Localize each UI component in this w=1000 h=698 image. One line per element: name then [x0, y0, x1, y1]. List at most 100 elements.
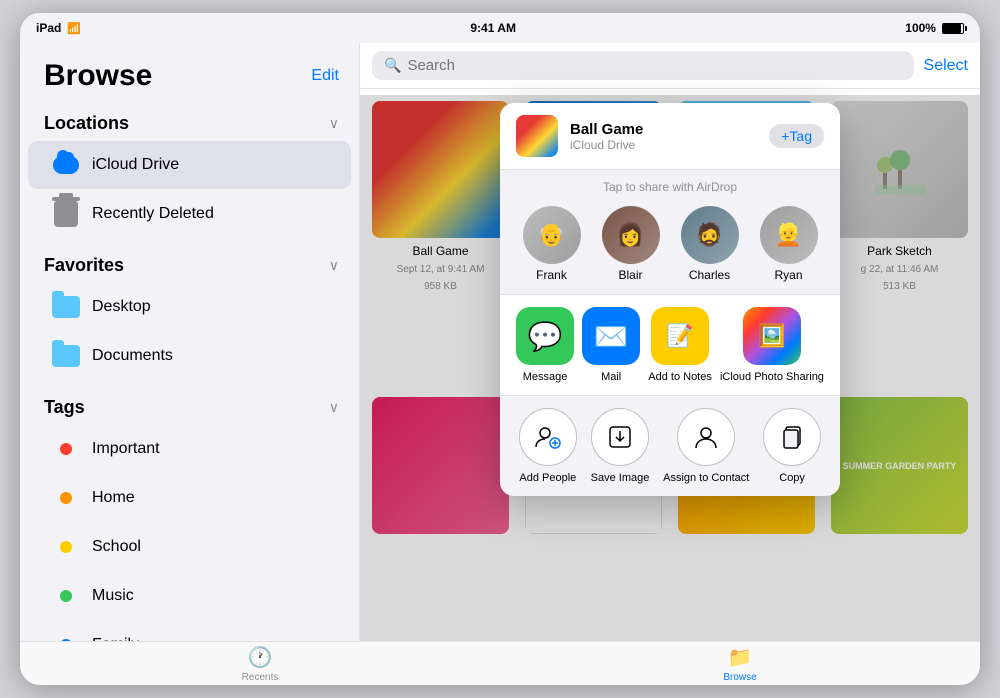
browse-icon: 📁	[728, 645, 753, 670]
ryan-name: Ryan	[774, 268, 802, 282]
sidebar-item-family[interactable]: Family	[28, 621, 351, 641]
desktop-label: Desktop	[92, 298, 151, 316]
message-label: Message	[523, 371, 568, 383]
status-bar: iPad 📶 9:41 AM 100%	[20, 13, 980, 43]
sidebar: Browse Edit Locations ∨ iCloud Drive Rec…	[20, 43, 360, 641]
favorites-section-header: Favorites ∨	[20, 239, 359, 282]
right-panel: 🔍 Select Ball Game Sept 12, at 9:41 AM 9…	[360, 43, 980, 641]
mail-label: Mail	[601, 371, 621, 383]
tags-section-header: Tags ∨	[20, 381, 359, 424]
documents-label: Documents	[92, 347, 173, 365]
person-blair[interactable]: 👩 Blair	[602, 206, 660, 282]
search-bar-row: 🔍 Select	[360, 43, 980, 89]
frank-avatar: 👴	[523, 206, 581, 264]
share-file-info: Ball Game iCloud Drive	[570, 121, 757, 152]
action-add-people[interactable]: Add People	[519, 408, 577, 484]
tags-chevron-icon[interactable]: ∨	[329, 399, 339, 416]
sidebar-item-home[interactable]: Home	[28, 474, 351, 522]
share-file-location: iCloud Drive	[570, 138, 757, 152]
important-label: Important	[92, 440, 160, 458]
action-copy[interactable]: Copy	[763, 408, 821, 484]
ryan-avatar: 👱	[760, 206, 818, 264]
ipad-label: iPad	[36, 21, 61, 35]
icloud-photo-sharing-label: iCloud Photo Sharing	[720, 371, 824, 383]
favorites-chevron-icon[interactable]: ∨	[329, 257, 339, 274]
mail-icon: ✉️	[582, 307, 640, 365]
home-label: Home	[92, 489, 135, 507]
sidebar-header: Browse Edit	[20, 51, 359, 97]
share-header: Ball Game iCloud Drive +Tag	[500, 103, 840, 170]
notes-icon: 📝	[651, 307, 709, 365]
copy-icon	[763, 408, 821, 466]
music-label: Music	[92, 587, 134, 605]
share-file-thumb	[516, 115, 558, 157]
sidebar-item-music[interactable]: Music	[28, 572, 351, 620]
tag-button[interactable]: +Tag	[769, 124, 824, 148]
action-add-to-notes[interactable]: 📝 Add to Notes	[648, 307, 712, 383]
recents-icon: 🕐	[248, 645, 273, 670]
assign-contact-label: Assign to Contact	[663, 472, 749, 484]
sidebar-item-recently-deleted[interactable]: Recently Deleted	[28, 190, 351, 238]
dot-blue-icon	[52, 631, 80, 641]
share-more-actions-row: Add People Save Image Assi	[500, 395, 840, 496]
message-icon: 💬	[516, 307, 574, 365]
add-people-icon	[519, 408, 577, 466]
person-frank[interactable]: 👴 Frank	[523, 206, 581, 282]
search-input-wrap[interactable]: 🔍	[372, 51, 914, 80]
icloud-icon	[52, 151, 80, 179]
school-label: School	[92, 538, 141, 556]
save-image-icon	[591, 408, 649, 466]
select-button[interactable]: Select	[924, 57, 968, 75]
photos-icon: 🖼️	[743, 307, 801, 365]
airdrop-people-row: 👴 Frank 👩 Blair 🧔	[500, 200, 840, 294]
frank-name: Frank	[536, 268, 567, 282]
person-ryan[interactable]: 👱 Ryan	[760, 206, 818, 282]
battery-percent: 100%	[905, 21, 936, 35]
blair-avatar: 👩	[602, 206, 660, 264]
edit-button[interactable]: Edit	[311, 67, 339, 85]
favorites-title: Favorites	[44, 255, 124, 276]
share-sheet: Ball Game iCloud Drive +Tag Tap to share…	[500, 103, 840, 496]
charles-avatar: 🧔	[681, 206, 739, 264]
airdrop-label: Tap to share with AirDrop	[500, 170, 840, 200]
action-message[interactable]: 💬 Message	[516, 307, 574, 383]
save-image-label: Save Image	[591, 472, 650, 484]
status-time: 9:41 AM	[470, 21, 516, 35]
locations-chevron-icon[interactable]: ∨	[329, 115, 339, 132]
assign-contact-icon	[677, 408, 735, 466]
share-app-actions-row: 💬 Message ✉️ Mail 📝 Add to Notes 🖼️	[500, 294, 840, 395]
person-charles[interactable]: 🧔 Charles	[681, 206, 739, 282]
action-assign-contact[interactable]: Assign to Contact	[663, 408, 749, 484]
add-to-notes-label: Add to Notes	[648, 371, 712, 383]
action-icloud-photo-sharing[interactable]: 🖼️ iCloud Photo Sharing	[720, 307, 824, 383]
browse-title: Browse	[44, 59, 152, 93]
charles-name: Charles	[689, 268, 730, 282]
share-file-name: Ball Game	[570, 121, 757, 138]
locations-title: Locations	[44, 113, 129, 134]
status-left: iPad 📶	[36, 21, 81, 35]
search-icon: 🔍	[384, 57, 401, 74]
search-input[interactable]	[407, 57, 901, 74]
action-mail[interactable]: ✉️ Mail	[582, 307, 640, 383]
tab-bar: 🕐 Recents 📁 Browse	[20, 641, 980, 685]
folder-icon-documents	[52, 342, 80, 370]
tab-recents[interactable]: 🕐 Recents	[20, 645, 500, 683]
battery-icon	[942, 23, 964, 34]
action-save-image[interactable]: Save Image	[591, 408, 650, 484]
blair-name: Blair	[618, 268, 642, 282]
wifi-icon: 📶	[67, 22, 81, 35]
family-label: Family	[92, 636, 139, 641]
dot-yellow-icon	[52, 533, 80, 561]
add-people-label: Add People	[519, 472, 576, 484]
sidebar-item-documents[interactable]: Documents	[28, 332, 351, 380]
sidebar-item-icloud-drive[interactable]: iCloud Drive	[28, 141, 351, 189]
status-right: 100%	[905, 21, 964, 35]
sidebar-item-important[interactable]: Important	[28, 425, 351, 473]
trash-icon	[52, 200, 80, 228]
tab-browse[interactable]: 📁 Browse	[500, 645, 980, 683]
sidebar-item-desktop[interactable]: Desktop	[28, 283, 351, 331]
share-overlay: Ball Game iCloud Drive +Tag Tap to share…	[360, 95, 980, 641]
browse-label: Browse	[723, 672, 756, 683]
sidebar-item-school[interactable]: School	[28, 523, 351, 571]
tags-title: Tags	[44, 397, 85, 418]
